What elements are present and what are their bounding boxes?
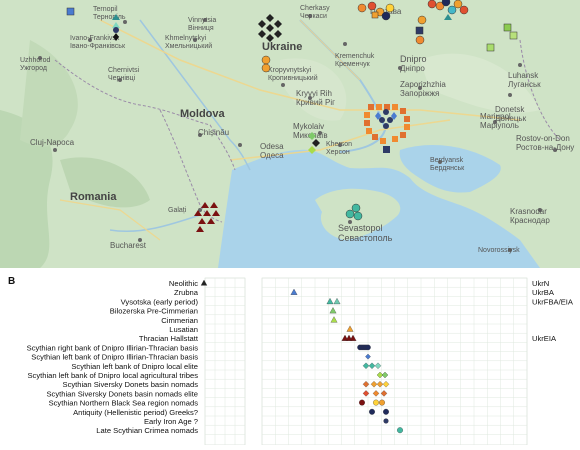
city-krasnodar: Krasnodar xyxy=(510,207,547,216)
city-kherson: Kherson xyxy=(326,141,352,148)
city-mykolaiv: Mykolaiv xyxy=(293,122,324,131)
group-label: Late Scythian Crimea nomads xyxy=(96,426,198,435)
period-label: UkrFBA/EIA xyxy=(532,297,574,306)
sample-marker xyxy=(359,399,365,406)
group-label: Early Iron Age ? xyxy=(144,417,198,426)
country-ukraine: Ukraine xyxy=(262,41,302,53)
period-label: UkrBA xyxy=(532,288,555,297)
city-sevastopol: Sevastopol xyxy=(338,223,383,233)
sample-marker xyxy=(379,399,385,406)
svg-text:Запоріжжя: Запоріжжя xyxy=(400,89,439,98)
city-cherkasy: Cherkasy xyxy=(300,5,330,12)
grid-right xyxy=(261,277,528,446)
sample-marker xyxy=(369,408,375,415)
city-kremenchuk: Kremenchuk xyxy=(335,53,375,60)
city-luhansk: Luhansk xyxy=(508,71,539,80)
svg-text:Одеса: Одеса xyxy=(260,151,284,160)
group-label: Scythian left bank of Dnipro Illirian-Th… xyxy=(31,353,198,362)
group-label: Scythian left bank of Dnipro local agric… xyxy=(27,371,198,380)
period-label: UkrEIA xyxy=(532,334,557,343)
sample-marker xyxy=(365,344,371,351)
city-kropyvnytskyi: Kropyvnytskyi xyxy=(268,67,312,74)
country-moldova: Moldova xyxy=(180,108,225,120)
map-panel: Ternopil Тернопіль Vinnytsia Вінниця Che… xyxy=(0,0,580,268)
group-label: Thracian Hallstatt xyxy=(139,334,199,343)
svg-text:Ужгород: Ужгород xyxy=(20,65,47,72)
city-uzhhorod: Uzhhorod xyxy=(20,57,50,64)
city-kryvyi-rih: Kryvyi Rih xyxy=(296,89,332,98)
svg-text:Дніпро: Дніпро xyxy=(400,64,425,73)
city-vinnytsia: Vinnytsia xyxy=(188,17,216,24)
panel-b: B Neolithic Zrubna Vysotska (early period)… xyxy=(0,268,580,446)
period-label: UkrN xyxy=(532,279,549,288)
period-labels: UkrNUkrBAUkrFBA/EIA UkrEIA xyxy=(532,279,574,343)
svg-text:Вінниця: Вінниця xyxy=(188,24,214,32)
svg-text:Тернопіль: Тернопіль xyxy=(93,13,126,21)
group-label: Scythian right bank of Dnipro Illirian-T… xyxy=(27,343,199,352)
sample-marker xyxy=(383,408,389,415)
city-novorossiysk: Novorossiysk xyxy=(478,247,520,254)
group-label: Scythian Siversky Donets basin nomads xyxy=(63,380,199,389)
svg-text:Кропивницький: Кропивницький xyxy=(268,74,318,82)
country-romania: Romania xyxy=(70,191,117,203)
group-label: Scythian Siversky Donets basin nomads el… xyxy=(46,389,198,398)
svg-text:Ростов-на-Дону: Ростов-на-Дону xyxy=(516,143,574,152)
sample-marker xyxy=(373,399,379,406)
svg-text:Чернівці: Чернівці xyxy=(108,74,136,82)
city-odesa: Odesa xyxy=(260,142,284,151)
city-berdyansk: Berdyansk xyxy=(430,157,464,164)
group-label: Scythian Northern Black Sea region nomad… xyxy=(49,399,199,408)
group-label: Zrubna xyxy=(174,288,199,297)
svg-text:Херсон: Херсон xyxy=(326,149,350,156)
city-ivano-frankivsk: Ivano-Frankivsk xyxy=(70,35,120,42)
grid-left xyxy=(204,277,246,446)
group-label: Antiquity (Hellenistic period) Greeks? xyxy=(73,408,198,417)
group-labels: NeolithicZrubnaVysotska (early period)Bi… xyxy=(27,279,199,435)
city-galati: Galați xyxy=(168,207,187,214)
svg-text:Маріуполь: Маріуполь xyxy=(480,121,519,130)
group-label: Neolithic xyxy=(169,279,198,288)
sample-marker xyxy=(383,418,389,424)
group-label: Vysotska (early period) xyxy=(121,297,199,306)
group-label: Bilozerska Pre-Cimmerian xyxy=(110,307,198,316)
group-label: Cimmerian xyxy=(161,316,198,325)
city-khmelnytskyi: Khmelnytskyi xyxy=(165,35,207,42)
svg-text:Севастополь: Севастополь xyxy=(338,233,393,243)
city-chernivtsi: Chernivtsi xyxy=(108,67,140,74)
city-chisinau: Chișinău xyxy=(198,128,229,137)
svg-text:Краснодар: Краснодар xyxy=(510,216,550,225)
sample-marker xyxy=(397,427,403,434)
svg-text:Хмельницький: Хмельницький xyxy=(165,42,212,50)
city-cluj-napoca: Cluj-Napoca xyxy=(30,138,75,147)
group-label: Scythian left bank of Dnipro local elite xyxy=(71,362,198,371)
panel-letter: B xyxy=(8,276,15,287)
city-ternopil: Ternopil xyxy=(93,6,118,13)
city-dnipro: Dnipro xyxy=(400,54,427,64)
group-label: Lusatian xyxy=(169,325,198,334)
svg-text:Івано-Франківськ: Івано-Франківськ xyxy=(70,42,126,50)
svg-text:Кременчук: Кременчук xyxy=(335,61,371,68)
city-zaporizhzhia: Zaporizhzhia xyxy=(400,80,446,89)
city-rostov: Rostov-on-Don xyxy=(516,134,570,143)
svg-text:Бердянськ: Бердянськ xyxy=(430,165,465,172)
city-bucharest: Bucharest xyxy=(110,241,147,250)
city-mariupol: Mariupol xyxy=(480,112,511,121)
svg-text:Черкаси: Черкаси xyxy=(300,13,327,20)
svg-text:Кривий Ріг: Кривий Ріг xyxy=(296,98,335,107)
svg-text:Луганськ: Луганськ xyxy=(508,80,541,89)
